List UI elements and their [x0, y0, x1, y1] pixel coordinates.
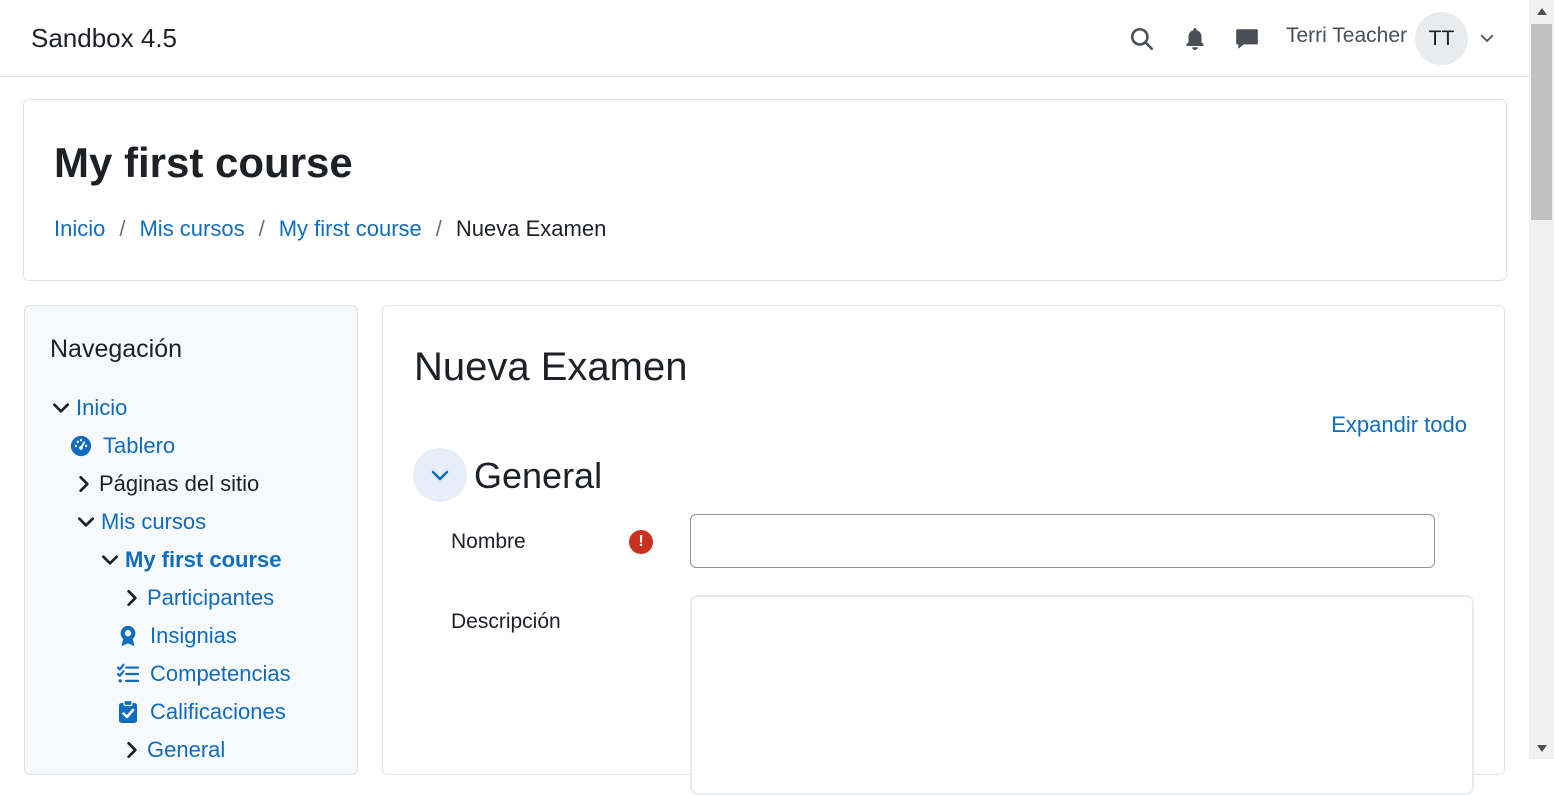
nav-item-mis-cursos[interactable]: Mis cursos: [75, 507, 206, 537]
nav-item-participantes[interactable]: Participantes: [121, 583, 274, 613]
nav-item-label[interactable]: Calificaciones: [150, 697, 286, 727]
nav-item-label[interactable]: Participantes: [147, 583, 274, 613]
name-input[interactable]: [690, 514, 1435, 568]
expand-all-link[interactable]: Expandir todo: [1331, 410, 1467, 440]
breadcrumb-inicio[interactable]: Inicio: [54, 214, 105, 244]
checklist-icon: [117, 663, 139, 685]
user-name[interactable]: Terri Teacher: [1286, 22, 1407, 50]
chevron-right-icon[interactable]: [121, 739, 143, 761]
nav-item-tablero[interactable]: Tablero: [70, 431, 175, 461]
description-editor[interactable]: [690, 595, 1474, 795]
avatar[interactable]: TT: [1415, 12, 1468, 65]
page-header: My first course Inicio / Mis cursos / My…: [23, 99, 1507, 281]
badge-icon: [117, 625, 139, 647]
nav-item-label[interactable]: Tablero: [103, 431, 175, 461]
breadcrumb-current: Nueva Examen: [455, 216, 607, 241]
nav-item-label[interactable]: Competencias: [150, 659, 291, 689]
nav-item-label[interactable]: Inicio: [76, 393, 127, 423]
site-brand[interactable]: Sandbox 4.5: [31, 22, 177, 54]
chevron-down-icon[interactable]: [1478, 29, 1496, 52]
breadcrumb: Inicio / Mis cursos / My first course / …: [54, 214, 606, 244]
nav-item-my-first-course[interactable]: My first course: [99, 545, 282, 575]
description-field-label: Descripción: [451, 610, 561, 633]
chevron-right-icon[interactable]: [121, 587, 143, 609]
chevron-down-icon[interactable]: [99, 549, 121, 571]
nav-item-general[interactable]: General: [121, 735, 225, 765]
page-title: Nueva Examen: [414, 345, 688, 389]
top-navbar: Sandbox 4.5 Terri Teacher TT: [0, 0, 1529, 77]
section-collapse-button[interactable]: [413, 448, 467, 502]
dashboard-icon: [70, 435, 92, 457]
breadcrumb-separator: /: [258, 216, 265, 241]
required-icon: !: [629, 530, 653, 554]
nav-item-label[interactable]: General: [147, 735, 225, 765]
clipboard-check-icon: [117, 700, 139, 723]
name-field-label: Nombre: [451, 530, 526, 553]
scroll-up-arrow-icon[interactable]: [1529, 0, 1554, 22]
nav-item-label[interactable]: Mis cursos: [101, 507, 206, 537]
nav-item-competencias[interactable]: Competencias: [117, 659, 291, 689]
scrollbar-thumb[interactable]: [1531, 24, 1552, 220]
nav-item-insignias[interactable]: Insignias: [117, 621, 237, 651]
nav-item-paginas-del-sitio[interactable]: Páginas del sitio: [73, 469, 259, 499]
chevron-down-icon[interactable]: [428, 463, 452, 487]
message-icon[interactable]: [1232, 24, 1262, 54]
bell-icon[interactable]: [1180, 24, 1210, 54]
section-title-general: General: [474, 455, 603, 496]
nav-item-inicio[interactable]: Inicio: [50, 393, 127, 423]
page-scrollbar[interactable]: [1529, 0, 1554, 759]
breadcrumb-mis-cursos[interactable]: Mis cursos: [139, 214, 244, 244]
nav-item-label[interactable]: Insignias: [150, 621, 237, 651]
breadcrumb-course[interactable]: My first course: [279, 214, 422, 244]
nav-item-label[interactable]: Páginas del sitio: [99, 469, 259, 499]
scroll-down-arrow-icon[interactable]: [1529, 737, 1554, 759]
breadcrumb-separator: /: [435, 216, 442, 241]
navigation-block: Navegación Inicio Tablero Páginas del si: [24, 305, 358, 775]
navigation-title: Navegación: [50, 335, 183, 363]
course-title: My first course: [54, 139, 353, 186]
chevron-down-icon[interactable]: [75, 511, 97, 533]
nav-item-calificaciones[interactable]: Calificaciones: [117, 697, 286, 727]
nav-item-label[interactable]: My first course: [125, 545, 282, 575]
chevron-right-icon[interactable]: [73, 473, 95, 495]
breadcrumb-separator: /: [119, 216, 126, 241]
search-icon[interactable]: [1127, 24, 1157, 54]
chevron-down-icon[interactable]: [50, 397, 72, 419]
main-content: Nueva Examen Expandir todo General Nombr…: [382, 305, 1505, 795]
